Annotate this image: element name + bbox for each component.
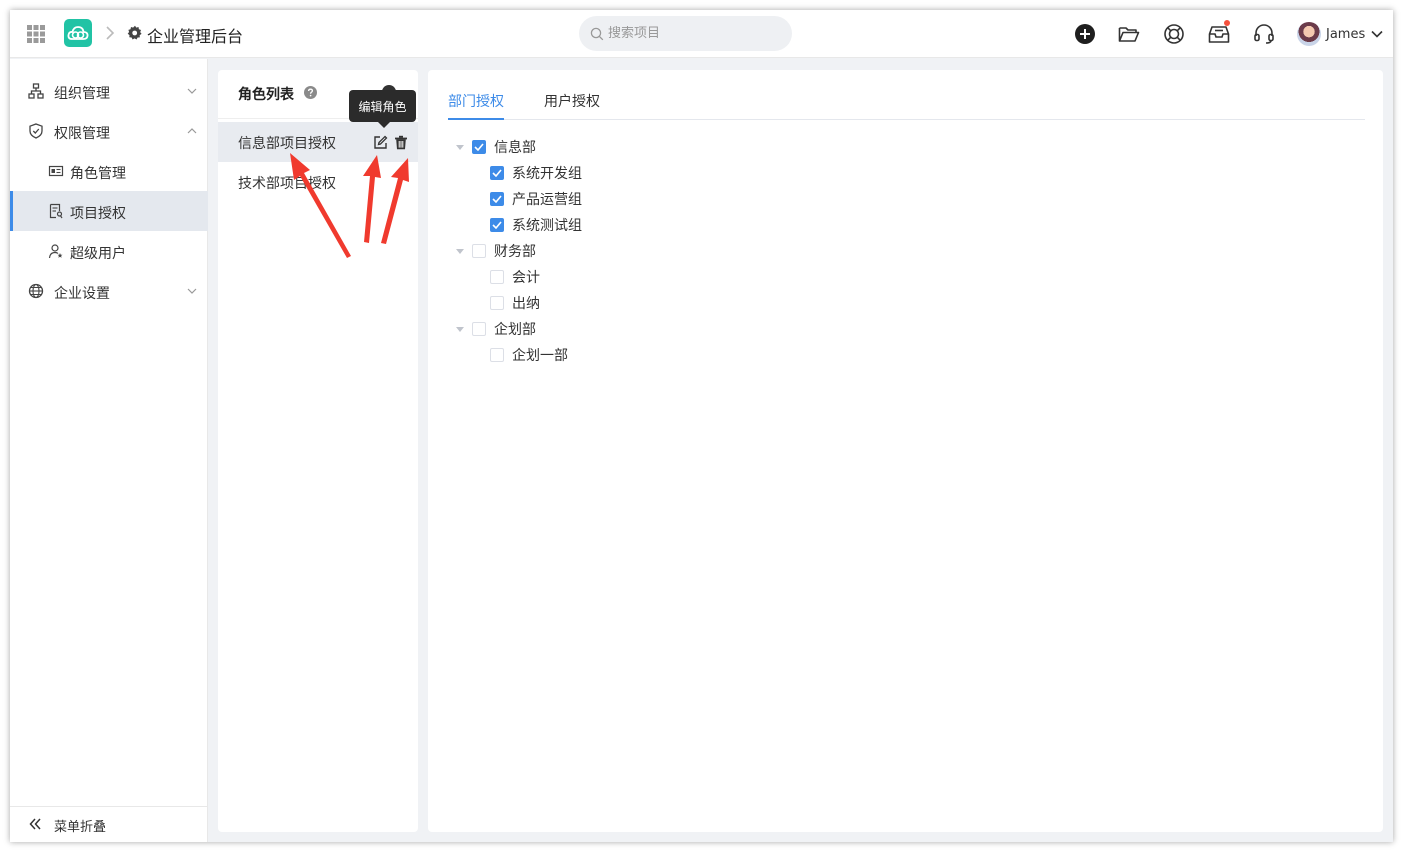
tree-node[interactable]: 系统开发组 bbox=[490, 162, 582, 184]
user-star-icon bbox=[48, 244, 63, 259]
id-card-icon bbox=[48, 165, 64, 177]
search-box[interactable] bbox=[579, 16, 792, 51]
tree-node[interactable]: 会计 bbox=[490, 266, 540, 288]
tab-user-auth[interactable]: 用户授权 bbox=[544, 91, 600, 120]
search-input[interactable] bbox=[608, 26, 768, 41]
notification-dot bbox=[1224, 20, 1230, 26]
tree-node[interactable]: 信息部 bbox=[472, 136, 536, 158]
edit-icon[interactable] bbox=[373, 135, 388, 150]
top-header: 企业管理后台 搜索项目 James bbox=[10, 10, 1393, 58]
chevron-down-icon bbox=[187, 88, 197, 94]
role-item-label: 技术部项目授权 bbox=[238, 176, 336, 192]
tree-node-label: 企划部 bbox=[494, 322, 536, 338]
checkbox[interactable] bbox=[490, 348, 504, 362]
sidebar-item-label: 权限管理 bbox=[54, 126, 110, 142]
chevron-down-icon bbox=[1371, 30, 1383, 38]
checkbox[interactable] bbox=[472, 244, 486, 258]
headset-icon[interactable] bbox=[1252, 22, 1276, 46]
checkbox[interactable] bbox=[472, 322, 486, 336]
add-circle-icon[interactable] bbox=[1073, 22, 1097, 46]
avatar bbox=[1297, 22, 1321, 46]
menu-collapse-label: 菜单折叠 bbox=[54, 820, 107, 835]
checkbox-checked[interactable] bbox=[490, 192, 504, 206]
main-panel: 部门授权 用户授权 信息部 系统开发组 产品运营组 系统测试组 财务部 会计 出… bbox=[428, 70, 1383, 832]
user-name: James bbox=[1326, 26, 1366, 42]
chevron-right-icon bbox=[106, 26, 115, 40]
globe-icon bbox=[28, 283, 44, 299]
sidebar-item-enterprise-settings[interactable]: 企业设置 bbox=[10, 271, 208, 311]
help-icon[interactable] bbox=[304, 86, 317, 99]
search-icon bbox=[590, 27, 604, 40]
checkbox-checked[interactable] bbox=[490, 166, 504, 180]
role-list-panel: 角色列表 信息部项目授权 技术部项目授权 bbox=[218, 70, 418, 832]
app-title: 企业管理后台 bbox=[147, 27, 244, 46]
cloud-logo-icon[interactable] bbox=[64, 19, 92, 47]
role-list-title: 角色列表 bbox=[238, 87, 294, 103]
folder-open-icon[interactable] bbox=[1117, 22, 1141, 46]
chevron-up-icon bbox=[187, 128, 197, 134]
tree-node[interactable]: 企划部 bbox=[472, 318, 536, 340]
tree-node-label: 财务部 bbox=[494, 244, 536, 260]
shield-icon bbox=[29, 123, 43, 139]
org-chart-icon bbox=[28, 83, 44, 99]
app-window: 企业管理后台 搜索项目 James 组织管理 权限管理 角色管理 项目授权 超级… bbox=[10, 10, 1393, 842]
tree-node[interactable]: 产品运营组 bbox=[490, 188, 582, 210]
tree-node[interactable]: 财务部 bbox=[472, 240, 536, 262]
grid-icon[interactable] bbox=[26, 24, 46, 44]
role-item[interactable]: 技术部项目授权 bbox=[218, 162, 418, 202]
user-menu[interactable]: James bbox=[1297, 22, 1383, 46]
sidebar-item-project-auth[interactable]: 项目授权 bbox=[10, 191, 208, 231]
sidebar-item-permissions[interactable]: 权限管理 bbox=[10, 111, 208, 151]
document-key-icon bbox=[49, 203, 63, 219]
tree-node-label: 会计 bbox=[512, 270, 540, 286]
sidebar-item-label: 项目授权 bbox=[70, 206, 126, 222]
edit-role-tooltip: 编辑角色 bbox=[349, 90, 416, 128]
sidebar: 组织管理 权限管理 角色管理 项目授权 超级用户 企业设置 菜单折叠 bbox=[10, 59, 208, 842]
sidebar-item-org[interactable]: 组织管理 bbox=[10, 71, 208, 111]
menu-collapse-button[interactable]: 菜单折叠 bbox=[10, 806, 208, 842]
chevron-down-icon bbox=[187, 288, 197, 294]
checkbox[interactable] bbox=[490, 296, 504, 310]
tree-node-label: 企划一部 bbox=[512, 348, 568, 364]
sidebar-item-super-user[interactable]: 超级用户 bbox=[10, 231, 208, 271]
tree-node-label: 信息部 bbox=[494, 140, 536, 156]
checkbox-checked[interactable] bbox=[490, 218, 504, 232]
tree-node[interactable]: 系统测试组 bbox=[490, 214, 582, 236]
role-item[interactable]: 信息部项目授权 bbox=[218, 122, 418, 162]
tree-node-label: 系统开发组 bbox=[512, 166, 582, 182]
tree-node-label: 出纳 bbox=[512, 296, 540, 312]
tab-bar: 部门授权 用户授权 bbox=[448, 70, 1365, 120]
checkbox-checked[interactable] bbox=[472, 140, 486, 154]
sidebar-item-label: 角色管理 bbox=[70, 166, 126, 182]
sidebar-item-label: 组织管理 bbox=[54, 86, 110, 102]
sidebar-item-label: 超级用户 bbox=[70, 246, 126, 262]
tree-node[interactable]: 出纳 bbox=[490, 292, 540, 314]
gear-icon bbox=[127, 25, 142, 40]
checkbox[interactable] bbox=[490, 270, 504, 284]
sidebar-item-label: 企业设置 bbox=[54, 286, 110, 302]
double-chevron-left-icon bbox=[29, 818, 41, 830]
tree-node[interactable]: 企划一部 bbox=[490, 344, 568, 366]
caret-down-icon[interactable] bbox=[455, 246, 465, 256]
caret-down-icon[interactable] bbox=[455, 324, 465, 334]
trash-icon[interactable] bbox=[394, 135, 408, 150]
tree-node-label: 系统测试组 bbox=[512, 218, 582, 234]
lifebuoy-icon[interactable] bbox=[1162, 22, 1186, 46]
tree-node-label: 产品运营组 bbox=[512, 192, 582, 208]
tab-department-auth[interactable]: 部门授权 bbox=[448, 91, 504, 120]
sidebar-item-role-management[interactable]: 角色管理 bbox=[10, 151, 208, 191]
caret-down-icon[interactable] bbox=[455, 142, 465, 152]
role-item-label: 信息部项目授权 bbox=[238, 136, 336, 152]
